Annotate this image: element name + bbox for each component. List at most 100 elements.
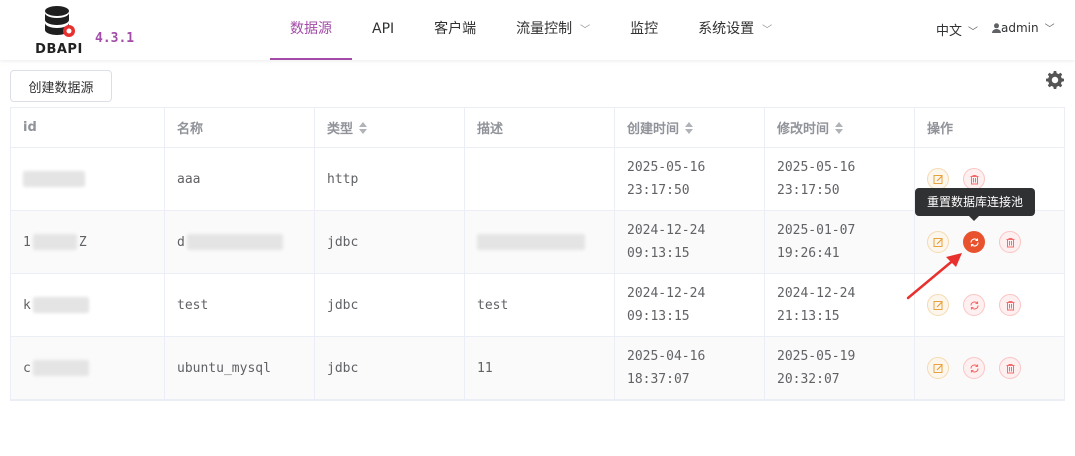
cell-modified: 2025-01-07 19:26:41 <box>765 211 915 273</box>
cell-modified: 2025-05-16 23:17:50 <box>765 148 915 210</box>
cell-type: jdbc <box>315 211 465 273</box>
cell-id <box>11 148 165 210</box>
cell-created: 2025-05-16 23:17:50 <box>615 148 765 210</box>
time-text: 23:17:50 <box>777 183 840 198</box>
cell-modified: 2025-05-19 20:32:07 <box>765 337 915 399</box>
header-label: 名称 <box>177 122 204 137</box>
delete-button[interactable] <box>999 294 1021 316</box>
time-text: 21:13:15 <box>777 309 840 324</box>
header-label: 修改时间 <box>777 122 830 137</box>
id-prefix: 1 <box>23 234 31 250</box>
refresh-icon <box>969 363 979 373</box>
cell-created: 2025-04-16 18:37:07 <box>615 337 765 399</box>
nav-item-monitor[interactable]: 监控 <box>610 0 678 60</box>
header-label: 创建时间 <box>627 122 680 137</box>
top-header: DBAPI 4.3.1 数据源 API 客户端 流量控制 ﹀ 监控 系统设置 ﹀ 中… <box>0 0 1075 60</box>
cell-type: http <box>315 148 465 210</box>
nav-item-client[interactable]: 客户端 <box>414 0 496 60</box>
cell-id: k <box>11 274 165 336</box>
cell-type: jdbc <box>315 337 465 399</box>
cell-type: jdbc <box>315 274 465 336</box>
name-text: d <box>177 234 185 250</box>
column-header-description: 描述 <box>465 108 615 147</box>
cell-name: test <box>165 274 315 336</box>
delete-button[interactable] <box>999 231 1021 253</box>
reset-pool-button[interactable] <box>963 357 985 379</box>
cell-id: 1Z <box>11 211 165 273</box>
column-header-modified[interactable]: 修改时间 <box>765 108 915 147</box>
chevron-down-icon: ﹀ <box>1044 24 1055 35</box>
refresh-icon <box>969 300 979 310</box>
user-icon <box>992 23 1001 33</box>
sort-icon[interactable] <box>685 121 694 135</box>
table-row: c ubuntu_mysql jdbc 11 2025-04-16 18:37:0… <box>11 337 1064 400</box>
time-text: 09:13:15 <box>627 309 690 324</box>
date-text: 2025-05-16 <box>627 160 706 175</box>
header-label: 描述 <box>477 122 504 137</box>
time-text: 23:17:50 <box>627 183 690 198</box>
id-prefix: k <box>23 297 31 313</box>
cell-description: test <box>465 274 615 336</box>
logo-text: DBAPI <box>35 42 83 57</box>
cell-description <box>465 211 615 273</box>
cell-created: 2024-12-24 09:13:15 <box>615 211 765 273</box>
redacted-id <box>32 234 77 250</box>
dbapi-logo[interactable]: DBAPI <box>27 4 91 57</box>
cell-modified: 2024-12-24 21:13:15 <box>765 274 915 336</box>
sort-icon[interactable] <box>359 121 368 135</box>
nav-item-api[interactable]: API <box>352 0 414 60</box>
edit-button[interactable] <box>927 357 949 379</box>
cell-created: 2024-12-24 09:13:15 <box>615 274 765 336</box>
nav-item-label: 流量控制 <box>516 21 573 37</box>
nav-item-label: 数据源 <box>290 21 332 37</box>
edit-button[interactable] <box>927 168 949 190</box>
redacted-id <box>32 360 89 376</box>
username-label: admin <box>1001 21 1039 35</box>
time-text: 09:13:15 <box>627 246 690 261</box>
date-text: 2025-05-19 <box>777 349 856 364</box>
gear-icon[interactable] <box>1045 70 1065 90</box>
nav-item-flow-control[interactable]: 流量控制 ﹀ <box>496 0 610 60</box>
user-menu[interactable]: admin ﹀ <box>992 20 1055 35</box>
redacted-name <box>186 234 283 250</box>
database-logo-icon <box>45 6 75 37</box>
cell-name: ubuntu_mysql <box>165 337 315 399</box>
sort-icon[interactable] <box>835 121 844 135</box>
date-text: 2025-01-07 <box>777 223 856 238</box>
redacted-id <box>32 297 89 313</box>
delete-button[interactable] <box>999 357 1021 379</box>
nav-item-datasource[interactable]: 数据源 <box>270 0 352 60</box>
trash-icon <box>970 174 978 184</box>
table-row: aaa http 2025-05-16 23:17:50 2025-05-16 23… <box>11 148 1064 211</box>
column-header-name: 名称 <box>165 108 315 147</box>
column-header-created[interactable]: 创建时间 <box>615 108 765 147</box>
cell-actions <box>915 337 1064 399</box>
date-text: 2024-12-24 <box>777 286 856 301</box>
redacted-id <box>23 171 85 187</box>
nav-item-label: API <box>372 21 395 37</box>
header-label: 类型 <box>327 122 354 137</box>
create-datasource-button[interactable]: 创建数据源 <box>10 70 112 102</box>
cell-name: d <box>165 211 315 273</box>
nav-item-system-settings[interactable]: 系统设置 ﹀ <box>678 0 792 60</box>
column-header-id: id <box>11 108 165 147</box>
language-selector[interactable]: 中文 ﹀ <box>936 20 978 39</box>
id-suffix: Z <box>78 234 87 250</box>
time-text: 19:26:41 <box>777 246 840 261</box>
nav-item-label: 客户端 <box>434 21 477 37</box>
nav-item-label: 系统设置 <box>698 21 755 37</box>
refresh-icon <box>969 237 979 247</box>
language-label: 中文 <box>936 24 963 39</box>
edit-icon <box>933 237 943 247</box>
header-label: 操作 <box>927 122 954 137</box>
date-text: 2025-05-16 <box>777 160 856 175</box>
column-header-type[interactable]: 类型 <box>315 108 465 147</box>
table-header: id 名称 类型 描述 创建时间 修改时间 操作 <box>11 108 1064 148</box>
date-text: 2024-12-24 <box>627 286 706 301</box>
date-text: 2025-04-16 <box>627 349 706 364</box>
delete-button[interactable] <box>963 168 985 190</box>
time-text: 20:32:07 <box>777 372 840 387</box>
redacted-description <box>477 234 585 250</box>
id-prefix: c <box>23 360 31 376</box>
edit-icon <box>933 363 943 373</box>
